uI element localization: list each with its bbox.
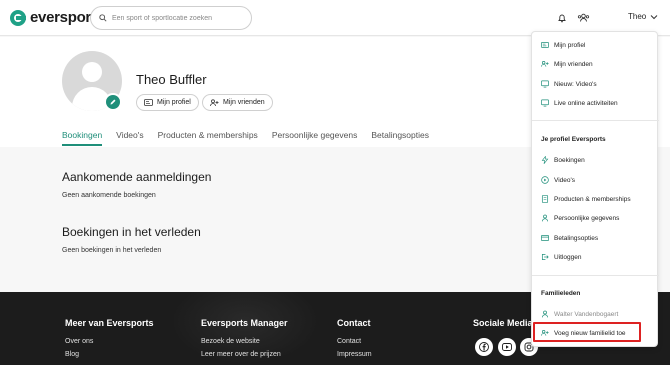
search-input[interactable] — [112, 14, 242, 22]
bell-icon[interactable] — [556, 12, 568, 24]
menu-item-label: Walter Vandenbogaert — [554, 310, 619, 318]
menu-item-family-member[interactable]: Walter Vandenbogaert — [541, 310, 618, 318]
past-bookings-empty: Geen boekingen in het verleden — [62, 247, 162, 254]
avatar-head-shape — [82, 62, 102, 82]
my-profile-button[interactable]: Mijn profiel — [136, 94, 199, 111]
id-card-icon — [541, 41, 549, 49]
id-card-icon — [144, 99, 153, 106]
footer-col-social-title: Sociale Media — [473, 318, 533, 328]
highlight-box — [533, 322, 641, 342]
menu-item-label: Persoonlijke gegevens — [554, 214, 620, 222]
tab-personal-details[interactable]: Persoonlijke gegevens — [272, 130, 358, 146]
menu-item-label: Mijn vrienden — [554, 60, 593, 68]
upcoming-bookings-title: Aankomende aanmeldingen — [62, 170, 212, 184]
monitor-icon — [541, 99, 549, 107]
menu-item-label: Live online activiteiten — [554, 99, 618, 107]
menu-item-label: Video's — [554, 176, 575, 184]
monitor-icon — [541, 80, 549, 88]
my-friends-label: Mijn vrienden — [223, 99, 265, 106]
user-plus-icon — [541, 60, 549, 67]
menu-item-label: Boekingen — [554, 156, 585, 164]
user-plus-icon — [210, 98, 219, 106]
user-dropdown-menu: Mijn profiel Mijn vrienden Nieuw: Video'… — [531, 31, 659, 347]
my-profile-label: Mijn profiel — [157, 99, 191, 106]
user-menu-toggle[interactable]: Theo — [628, 12, 658, 21]
footer-col-more-title: Meer van Eversports — [65, 318, 154, 328]
lightning-icon — [541, 156, 549, 164]
menu-item-label: Uitloggen — [554, 253, 582, 261]
footer-link-pricing[interactable]: Leer meer over de prijzen — [201, 351, 281, 358]
my-friends-button[interactable]: Mijn vrienden — [202, 94, 273, 111]
menu-item-payment[interactable]: Betalingsopties — [541, 234, 598, 242]
chevron-down-icon — [650, 14, 658, 19]
menu-item-live-online[interactable]: Live online activiteiten — [541, 99, 618, 107]
edit-avatar-button[interactable] — [104, 93, 122, 111]
menu-item-label: Betalingsopties — [554, 234, 599, 242]
search-box[interactable] — [90, 6, 252, 30]
menu-item-videos[interactable]: Video's — [541, 176, 575, 184]
search-icon — [99, 14, 107, 22]
document-icon — [541, 195, 549, 203]
profile-name: Theo Buffler — [136, 72, 207, 87]
menu-section-family-heading: Familieleden — [541, 290, 581, 297]
footer-col-contact-title: Contact — [337, 318, 371, 328]
menu-item-bookings[interactable]: Boekingen — [541, 156, 585, 164]
logo-mark-icon — [10, 9, 26, 26]
past-bookings-title: Boekingen in het verleden — [62, 225, 201, 239]
tab-payment-options[interactable]: Betalingsopties — [371, 130, 429, 146]
play-circle-icon — [541, 176, 549, 184]
upcoming-bookings-empty: Geen aankomende boekingen — [62, 192, 156, 199]
footer-link-visit-website[interactable]: Bezoek de website — [201, 338, 260, 345]
menu-item-logout[interactable]: Uitloggen — [541, 253, 581, 261]
credit-card-icon — [541, 234, 549, 242]
menu-item-label: Nieuw: Video's — [554, 80, 597, 88]
footer-link-contact[interactable]: Contact — [337, 338, 361, 345]
menu-item-products[interactable]: Producten & memberships — [541, 195, 631, 203]
footer-link-about[interactable]: Over ons — [65, 338, 93, 345]
pencil-icon — [110, 99, 116, 105]
tab-bookings[interactable]: Bookingen — [62, 130, 103, 146]
footer-link-blog[interactable]: Blog — [65, 351, 79, 358]
menu-divider — [532, 275, 659, 276]
profile-tabs: Bookingen Video's Producten & membership… — [62, 130, 443, 146]
menu-divider — [532, 120, 659, 121]
menu-item-label: Producten & memberships — [554, 195, 631, 203]
facebook-icon[interactable] — [475, 338, 493, 356]
menu-item-personal[interactable]: Persoonlijke gegevens — [541, 214, 619, 222]
friends-icon[interactable] — [576, 12, 590, 24]
tab-products-memberships[interactable]: Producten & memberships — [158, 130, 258, 146]
footer-col-manager-title: Eversports Manager — [201, 318, 288, 328]
user-icon — [541, 214, 549, 222]
menu-item-new-videos[interactable]: Nieuw: Video's — [541, 80, 597, 88]
user-name: Theo — [628, 12, 647, 21]
tab-videos[interactable]: Video's — [116, 130, 143, 146]
logout-icon — [541, 253, 549, 261]
footer-link-impressum[interactable]: Impressum — [337, 351, 372, 358]
menu-item-label: Mijn profiel — [554, 41, 586, 49]
menu-item-my-profile[interactable]: Mijn profiel — [541, 41, 585, 49]
youtube-icon[interactable] — [498, 338, 516, 356]
user-icon — [541, 310, 549, 318]
menu-section-profile-heading: Je profiel Eversports — [541, 136, 606, 143]
menu-item-my-friends[interactable]: Mijn vrienden — [541, 60, 593, 68]
